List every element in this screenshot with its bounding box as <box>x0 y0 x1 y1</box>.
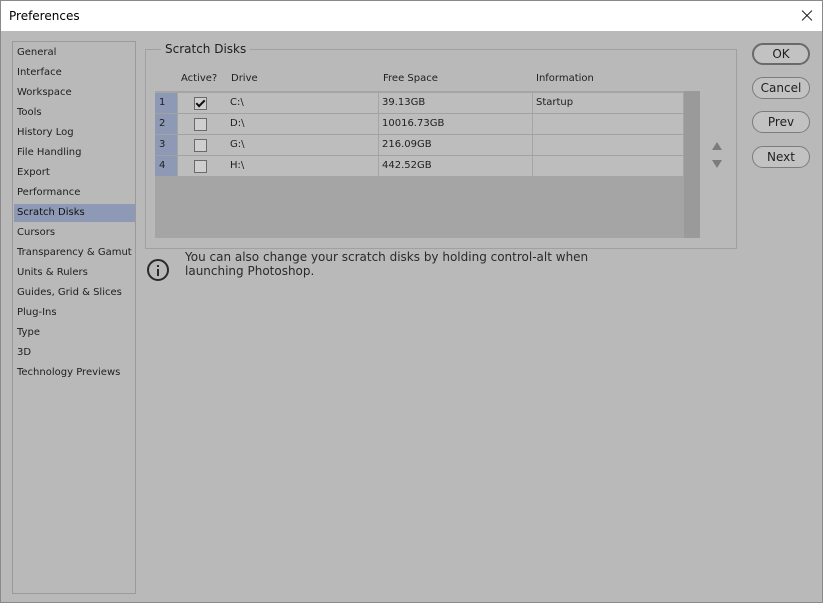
column-header-active: Active? <box>181 73 218 84</box>
sidebar-item-interface[interactable]: Interface <box>14 64 135 82</box>
sidebar-item-performance[interactable]: Performance <box>14 184 135 202</box>
drive-cell: D:\ <box>178 114 378 134</box>
sidebar-item-units-rulers[interactable]: Units & Rulers <box>14 264 135 282</box>
information-cell <box>533 114 683 134</box>
free-space-cell: 442.52GB <box>379 156 532 176</box>
active-checkbox[interactable] <box>194 118 207 131</box>
column-header-information: Information <box>536 73 594 84</box>
ok-button[interactable]: OK <box>752 43 810 65</box>
active-checkbox[interactable] <box>194 97 207 110</box>
sidebar-item-scratch-disks[interactable]: Scratch Disks <box>14 204 135 222</box>
row-number: 3 <box>155 135 177 155</box>
table-row[interactable]: 3 G:\ 216.09GB <box>155 135 683 155</box>
table-row[interactable]: 1 C:\ 39.13GB Startup <box>155 93 683 113</box>
sidebar-item-cursors[interactable]: Cursors <box>14 224 135 242</box>
information-cell <box>533 135 683 155</box>
column-header-free-space: Free Space <box>383 73 438 84</box>
sidebar-item-export[interactable]: Export <box>14 164 135 182</box>
window-title: Preferences <box>9 9 80 23</box>
prev-button[interactable]: Prev <box>752 111 810 133</box>
sidebar-item-history-log[interactable]: History Log <box>14 124 135 142</box>
preferences-sidebar: General Interface Workspace Tools Histor… <box>12 41 136 594</box>
sidebar-item-guides-grid-slices[interactable]: Guides, Grid & Slices <box>14 284 135 302</box>
next-button[interactable]: Next <box>752 146 810 168</box>
sidebar-item-transparency-gamut[interactable]: Transparency & Gamut <box>14 244 135 262</box>
row-number: 2 <box>155 114 177 134</box>
scratch-disk-note: You can also change your scratch disks b… <box>185 250 589 278</box>
sidebar-item-file-handling[interactable]: File Handling <box>14 144 135 162</box>
table-row[interactable]: 4 H:\ 442.52GB <box>155 156 683 176</box>
title-bar: Preferences <box>1 1 822 31</box>
sidebar-item-plug-ins[interactable]: Plug-Ins <box>14 304 135 322</box>
sidebar-item-tools[interactable]: Tools <box>14 104 135 122</box>
sidebar-item-workspace[interactable]: Workspace <box>14 84 135 102</box>
sidebar-item-3d[interactable]: 3D <box>14 344 135 362</box>
sidebar-item-type[interactable]: Type <box>14 324 135 342</box>
sidebar-item-general[interactable]: General <box>14 44 135 62</box>
information-cell <box>533 156 683 176</box>
active-checkbox[interactable] <box>194 139 207 152</box>
preferences-dialog: Preferences General Interface Workspace … <box>0 0 823 603</box>
row-number: 4 <box>155 156 177 176</box>
info-icon <box>147 259 169 281</box>
move-down-arrow-icon[interactable] <box>712 160 722 168</box>
scratch-disks-title: Scratch Disks <box>161 42 251 56</box>
close-icon[interactable] <box>792 1 822 31</box>
free-space-cell: 10016.73GB <box>379 114 532 134</box>
free-space-cell: 39.13GB <box>379 93 532 113</box>
active-checkbox[interactable] <box>194 160 207 173</box>
move-up-arrow-icon[interactable] <box>712 142 722 150</box>
drive-cell: G:\ <box>178 135 378 155</box>
column-header-drive: Drive <box>231 73 258 84</box>
sidebar-item-technology-previews[interactable]: Technology Previews <box>14 364 135 382</box>
table-scrollbar[interactable] <box>684 91 700 238</box>
drive-cell: C:\ <box>178 93 378 113</box>
row-number: 1 <box>155 93 177 113</box>
table-row[interactable]: 2 D:\ 10016.73GB <box>155 114 683 134</box>
drive-cell: H:\ <box>178 156 378 176</box>
information-cell: Startup <box>533 93 683 113</box>
cancel-button[interactable]: Cancel <box>752 77 810 99</box>
free-space-cell: 216.09GB <box>379 135 532 155</box>
